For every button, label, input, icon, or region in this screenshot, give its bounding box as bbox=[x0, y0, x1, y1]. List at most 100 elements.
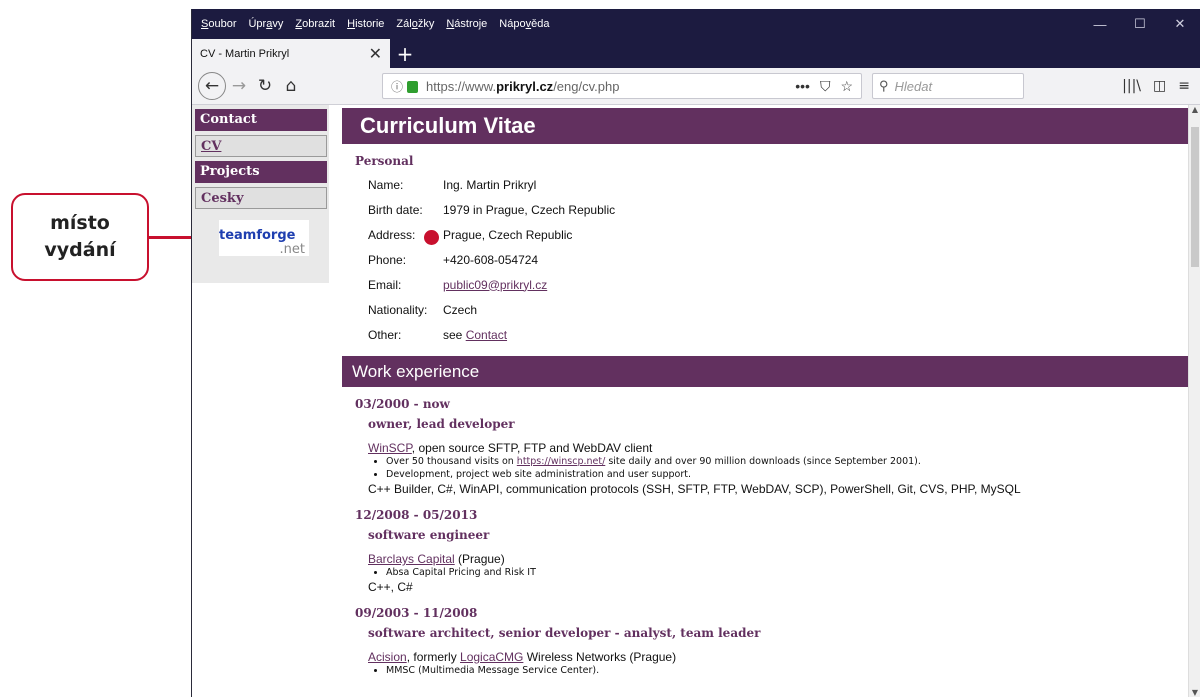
menu-item[interactable]: Historie bbox=[341, 18, 390, 30]
new-tab-button[interactable]: + bbox=[390, 39, 420, 68]
sidebar-item-projects[interactable]: Projects bbox=[195, 161, 327, 183]
search-input[interactable]: ⚲ Hledat bbox=[872, 73, 1024, 99]
personal-table: Name: Ing. Martin Prikryl Birth date: 1979 … bbox=[368, 172, 1188, 347]
bullet-pre: MMSC (Multimedia Message Service Center)… bbox=[386, 665, 600, 676]
info-icon[interactable]: ⓘ bbox=[391, 78, 403, 95]
pocket-icon[interactable]: ⛉ bbox=[820, 78, 831, 95]
job-role: software engineer bbox=[368, 528, 490, 542]
left-navigation: Contact CV Projects Cesky teamforge .net bbox=[192, 105, 329, 283]
personal-value: public09@prikryl.cz bbox=[443, 278, 547, 292]
menu-item-pre: Nápo bbox=[499, 18, 526, 30]
personal-link[interactable]: public09@prikryl.cz bbox=[443, 278, 547, 292]
sidebar-item-cv[interactable]: CV bbox=[195, 135, 327, 157]
home-button[interactable]: ⌂ bbox=[278, 73, 304, 99]
toolbar-right: |||\ ◫ ≡ bbox=[1122, 78, 1200, 94]
sidebar-item-cesky[interactable]: Cesky bbox=[195, 187, 327, 209]
personal-text: +420-608-054724 bbox=[443, 252, 539, 267]
bullet-post: site daily and over 90 million downloads… bbox=[605, 456, 921, 467]
url-bar[interactable]: ⓘ https://www.prikryl.cz/eng/cv.php ••• … bbox=[382, 73, 862, 99]
callout-line2: vydání bbox=[44, 239, 116, 261]
menu-item[interactable]: Záložky bbox=[390, 18, 440, 30]
personal-row: Birth date: 1979 in Prague, Czech Republi… bbox=[368, 197, 1188, 222]
page-actions-icon[interactable]: ••• bbox=[795, 78, 810, 95]
company-link-2[interactable]: LogicaCMG bbox=[460, 650, 523, 664]
job-date: 12/2008 - 05/2013 bbox=[355, 508, 478, 522]
personal-row: Phone: +420-608-054724 bbox=[368, 247, 1188, 272]
logo-line1: teamforge bbox=[219, 228, 296, 243]
scroll-down-icon[interactable]: ▼ bbox=[1189, 688, 1200, 697]
job-list: 03/2000 - now owner, lead developer WinSCP… bbox=[342, 397, 1188, 677]
back-button[interactable]: ← bbox=[198, 72, 226, 100]
job-company: WinSCP, open source SFTP, FTP and WebDAV… bbox=[368, 441, 1188, 455]
personal-key: Nationality: bbox=[368, 302, 428, 317]
company-link[interactable]: WinSCP bbox=[368, 441, 412, 455]
bullet-pre: Over 50 thousand visits on bbox=[386, 456, 517, 467]
company-rest: , open source SFTP, FTP and WebDAV clien… bbox=[411, 441, 653, 455]
menu-item[interactable]: Nástroje bbox=[440, 18, 493, 30]
job-entry: 12/2008 - 05/2013 software engineer Barcla… bbox=[342, 508, 1188, 596]
forward-button[interactable]: → bbox=[226, 73, 252, 99]
maximize-button[interactable]: ☐ bbox=[1120, 9, 1160, 39]
personal-value: see Contact bbox=[443, 328, 507, 342]
menu-item-post: žky bbox=[417, 18, 435, 30]
sidebar-item-contact[interactable]: Contact bbox=[195, 109, 327, 131]
job-entry: 03/2000 - now owner, lead developer WinSCP… bbox=[342, 397, 1188, 498]
personal-text: Ing. Martin Prikryl bbox=[443, 177, 537, 192]
sidebar-icon[interactable]: ◫ bbox=[1153, 78, 1166, 94]
job-date: 03/2000 - now bbox=[355, 397, 450, 411]
scroll-up-icon[interactable]: ▲ bbox=[1189, 105, 1200, 114]
menu-item[interactable]: Úpravy bbox=[242, 18, 289, 30]
company-link[interactable]: Barclays Capital bbox=[368, 552, 455, 566]
personal-value: Prague, Czech Republic bbox=[443, 228, 572, 242]
bullet-pre: Development, project web site administra… bbox=[386, 469, 691, 480]
callout-marker bbox=[424, 230, 439, 245]
job-bullet: Development, project web site administra… bbox=[386, 468, 1188, 481]
company-mid: , formerly bbox=[406, 650, 461, 664]
personal-row: Name: Ing. Martin Prikryl bbox=[368, 172, 1188, 197]
bullet-link[interactable]: https://winscp.net/ bbox=[517, 456, 606, 467]
company-rest: Wireless Networks (Prague) bbox=[523, 650, 677, 664]
teamforge-logo[interactable]: teamforge .net bbox=[219, 220, 309, 257]
personal-value: 1979 in Prague, Czech Republic bbox=[443, 203, 615, 217]
personal-value-prefix: see bbox=[443, 327, 466, 342]
tab-cv[interactable]: CV - Martin Prikryl ✕ bbox=[192, 39, 390, 68]
job-company: Barclays Capital (Prague) bbox=[368, 552, 1188, 566]
menu-item[interactable]: Soubor bbox=[192, 18, 242, 30]
callout-line1: místo bbox=[50, 212, 110, 234]
menu-item-pre: Úpr bbox=[248, 18, 267, 30]
job-date: 09/2003 - 11/2008 bbox=[355, 606, 478, 620]
minimize-button[interactable]: — bbox=[1080, 9, 1120, 39]
menu-item[interactable]: Zobrazit bbox=[289, 18, 341, 30]
menu-item-post: obrazit bbox=[302, 18, 336, 30]
hamburger-menu-icon[interactable]: ≡ bbox=[1178, 78, 1190, 94]
job-role: owner, lead developer bbox=[368, 417, 515, 431]
menu-item-pre: Zál bbox=[396, 18, 412, 30]
menu-item-post: istorie bbox=[355, 18, 385, 30]
personal-key: Other: bbox=[368, 327, 402, 342]
logo-line2: .net bbox=[279, 242, 305, 257]
window-controls: — ☐ ✕ bbox=[1080, 9, 1200, 39]
close-window-button[interactable]: ✕ bbox=[1160, 9, 1200, 39]
bookmark-star-icon[interactable]: ☆ bbox=[840, 78, 853, 95]
job-bullet: MMSC (Multimedia Message Service Center)… bbox=[386, 664, 1188, 677]
company-rest: (Prague) bbox=[454, 552, 505, 566]
menu-item[interactable]: Nápověda bbox=[493, 18, 555, 30]
scroll-thumb[interactable] bbox=[1191, 127, 1199, 267]
job-bullets: Over 50 thousand visits on https://winsc… bbox=[386, 455, 1188, 481]
library-icon[interactable]: |||\ bbox=[1122, 78, 1141, 94]
vertical-scrollbar[interactable]: ▲ ▼ bbox=[1188, 105, 1200, 697]
lock-icon bbox=[407, 81, 419, 93]
left-nav-items: Contact CV Projects Cesky bbox=[192, 109, 329, 209]
page-actions: ••• ⛉ ☆ bbox=[795, 78, 853, 95]
page-title: Curriculum Vitae bbox=[342, 108, 1188, 144]
search-placeholder: Hledat bbox=[894, 78, 933, 94]
personal-value: Czech bbox=[443, 303, 477, 317]
job-role: software architect, senior developer - a… bbox=[368, 626, 761, 640]
job-company: Acision, formerly LogicaCMG Wireless Net… bbox=[368, 650, 1188, 664]
company-link[interactable]: Acision bbox=[368, 650, 407, 664]
page-viewport: Contact CV Projects Cesky teamforge .net Cu… bbox=[192, 105, 1200, 697]
tab-close-icon[interactable]: ✕ bbox=[369, 44, 382, 64]
personal-link[interactable]: Contact bbox=[466, 328, 507, 342]
job-bullet: Absa Capital Pricing and Risk IT bbox=[386, 566, 1188, 579]
reload-button[interactable]: ↻ bbox=[252, 73, 278, 99]
